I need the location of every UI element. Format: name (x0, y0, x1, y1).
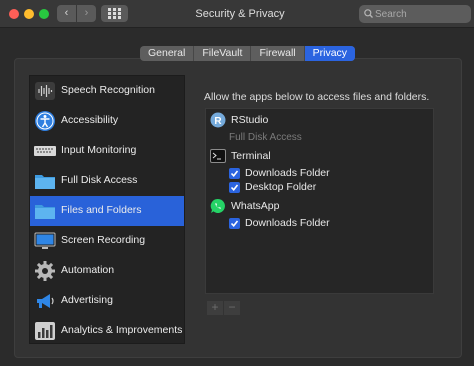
sidebar-item-screen-recording[interactable]: Screen Recording (30, 226, 184, 256)
tab-general[interactable]: General (140, 46, 195, 61)
app-name: WhatsApp (231, 200, 280, 212)
checkbox[interactable] (229, 218, 240, 229)
sidebar-item-analytics[interactable]: Analytics & Improvements (30, 316, 184, 346)
tab-bar: General FileVault Firewall Privacy (140, 46, 356, 61)
chart-icon (35, 322, 55, 340)
zoom-button[interactable] (39, 9, 49, 19)
sidebar-item-label: Analytics & Improvements (61, 324, 183, 336)
checkbox[interactable] (229, 168, 240, 179)
sidebar-item-full-disk-access[interactable]: Full Disk Access (30, 166, 184, 196)
permission-label: Downloads Folder (245, 217, 330, 229)
sidebar-item-input-monitoring[interactable]: Input Monitoring (30, 136, 184, 166)
forward-button[interactable]: › (77, 5, 96, 22)
add-button[interactable]: + (207, 301, 223, 315)
monitor-icon (34, 232, 56, 249)
sidebar-item-speech-recognition[interactable]: Speech Recognition (30, 76, 184, 106)
sidebar-item-accessibility[interactable]: Accessibility (30, 106, 184, 136)
grid-icon (108, 8, 121, 19)
sidebar-item-files-and-folders[interactable]: Files and Folders (30, 196, 184, 226)
permission-label: Downloads Folder (245, 167, 330, 179)
sidebar-item-label: Screen Recording (61, 234, 146, 246)
whatsapp-icon (210, 198, 225, 213)
remove-button[interactable]: − (224, 301, 240, 315)
waveform-icon (35, 82, 55, 100)
app-name: RStudio (231, 114, 269, 126)
panel-heading: Allow the apps below to access files and… (204, 91, 430, 103)
tab-filevault[interactable]: FileVault (194, 46, 252, 61)
gear-icon (35, 261, 55, 281)
folder-icon (35, 205, 55, 219)
app-name: Terminal (231, 150, 271, 162)
checkmark-icon (230, 220, 239, 228)
tab-privacy[interactable]: Privacy (304, 46, 356, 61)
privacy-category-list: Speech Recognition Accessibility Input M… (29, 75, 185, 344)
terminal-icon (210, 149, 226, 163)
close-button[interactable] (9, 9, 19, 19)
sidebar-item-label: Files and Folders (61, 204, 142, 216)
accessibility-icon (35, 111, 55, 131)
folder-icon (35, 175, 55, 189)
window-title: Security & Privacy (195, 8, 285, 20)
app-permission-list: R RStudio Full Disk Access Terminal Down… (205, 108, 434, 294)
megaphone-icon (37, 294, 54, 308)
keyboard-icon (34, 146, 56, 156)
sidebar-item-label: Input Monitoring (61, 144, 137, 156)
checkbox[interactable] (229, 182, 240, 193)
title-bar: ‹ › Security & Privacy (0, 0, 474, 28)
search-input[interactable] (375, 7, 467, 21)
show-all-button[interactable] (101, 5, 128, 22)
search-field[interactable] (359, 5, 471, 23)
checkmark-icon (230, 170, 239, 178)
sidebar-item-label: Accessibility (61, 114, 119, 126)
permission-label: Desktop Folder (245, 181, 317, 193)
search-icon (364, 9, 373, 18)
svg-text:R: R (214, 116, 222, 127)
minimize-button[interactable] (24, 9, 34, 19)
rstudio-icon: R (210, 112, 226, 128)
tab-firewall[interactable]: Firewall (251, 46, 305, 61)
sidebar-item-label: Speech Recognition (61, 84, 155, 96)
sidebar-item-label: Advertising (61, 294, 113, 306)
sidebar-item-advertising[interactable]: Advertising (30, 286, 184, 316)
sidebar-item-label: Automation (61, 264, 115, 276)
back-button[interactable]: ‹ (57, 5, 76, 22)
checkmark-icon (230, 184, 239, 192)
sidebar-item-label: Full Disk Access (61, 174, 138, 186)
sidebar-item-automation[interactable]: Automation (30, 256, 184, 286)
app-subtitle: Full Disk Access (229, 132, 302, 143)
